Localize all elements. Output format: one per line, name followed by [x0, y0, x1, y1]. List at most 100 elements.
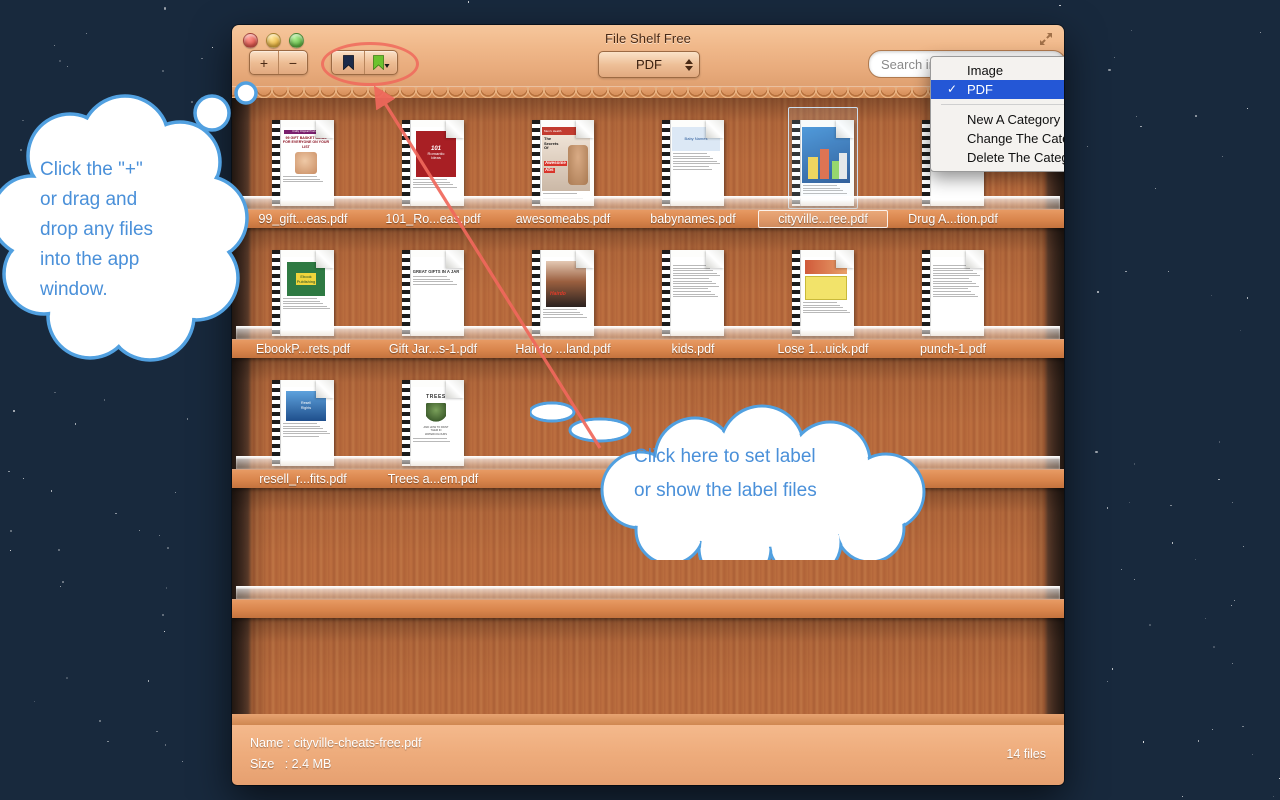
- file-item[interactable]: TREESAND HOW TO PAINTTHEM INWATERCOLOURS: [368, 366, 498, 466]
- file-name-label[interactable]: cityville...ree.pdf: [758, 210, 888, 228]
- show-label-files-button[interactable]: [364, 51, 397, 74]
- bookmark-dark-icon: [343, 55, 354, 70]
- add-remove-group[interactable]: + −: [249, 50, 308, 75]
- file-cover: Baby Names: [672, 127, 720, 201]
- file-cover: TREESAND HOW TO PAINTTHEM INWATERCOLOURS: [412, 387, 460, 461]
- file-item[interactable]: [758, 236, 888, 336]
- expand-arrows-icon[interactable]: [1038, 31, 1054, 47]
- left-callout-text: Click the "+" or drag and drop any files…: [40, 155, 230, 305]
- file-thumbnail[interactable]: [792, 250, 854, 336]
- file-thumbnail[interactable]: Hairdo: [532, 250, 594, 336]
- file-thumbnail[interactable]: Baby Names: [662, 120, 724, 206]
- file-thumbnail[interactable]: [922, 250, 984, 336]
- file-item[interactable]: EbookPublishing: [238, 236, 368, 336]
- stepper-arrows-icon[interactable]: [685, 59, 693, 71]
- file-name-label[interactable]: [758, 600, 888, 618]
- empty-slot: [758, 626, 888, 726]
- file-item[interactable]: GREAT GIFTS IN A JAR: [368, 236, 498, 336]
- spiral-binding-icon: [532, 120, 541, 206]
- file-name-label[interactable]: [628, 600, 758, 618]
- file-name-label[interactable]: EbookP...rets.pdf: [238, 340, 368, 358]
- file-thumbnail[interactable]: ResellRights: [272, 380, 334, 466]
- file-name-label[interactable]: punch-1.pdf: [888, 340, 1018, 358]
- set-label-button[interactable]: [332, 51, 364, 74]
- file-item[interactable]: 101RomanticIdeas: [368, 106, 498, 206]
- shelf-label-strip: 99_gift...eas.pdf101_Ro...eas.pdfawesome…: [232, 209, 1064, 228]
- file-item[interactable]: [758, 106, 888, 206]
- spiral-binding-icon: [532, 250, 541, 336]
- file-item[interactable]: [628, 236, 758, 336]
- menu-item-label: Delete The Category: [967, 150, 1064, 165]
- menu-item-new-a-category[interactable]: New A Category: [931, 110, 1064, 129]
- cover-text-lines: [282, 176, 330, 182]
- desktop-background: Click the "+" or drag and drop any files…: [0, 0, 1280, 800]
- selected-file-size: Size : 2.4 MB: [250, 757, 331, 771]
- file-name-label[interactable]: Trees a...em.pdf: [368, 470, 498, 488]
- file-name-label[interactable]: 99_gift...eas.pdf: [238, 210, 368, 228]
- file-name-label[interactable]: [498, 470, 628, 488]
- file-item[interactable]: Crafty Original Products99 GIFT BASKET I…: [238, 106, 368, 206]
- spiral-binding-icon: [662, 120, 671, 206]
- shelf-glass-plate: [236, 196, 1060, 210]
- spiral-binding-icon: [272, 250, 281, 336]
- cover-text-lines: [672, 153, 720, 170]
- menu-item-label: Image: [967, 63, 1003, 78]
- remove-file-button[interactable]: −: [278, 51, 307, 74]
- file-name-label[interactable]: awesomeabs.pdf: [498, 210, 628, 228]
- category-dropdown-menu[interactable]: Image PDF New A Category Change The Categor…: [930, 56, 1064, 172]
- file-thumbnail[interactable]: TREESAND HOW TO PAINTTHEM INWATERCOLOURS: [402, 380, 464, 466]
- cover-text-lines: [412, 276, 460, 285]
- add-file-button[interactable]: +: [250, 51, 278, 74]
- flag-green-dropdown-icon: [373, 55, 390, 70]
- file-name-label[interactable]: Lose 1...uick.pdf: [758, 340, 888, 358]
- cover-text-lines: [542, 309, 590, 318]
- menu-item-pdf[interactable]: PDF: [931, 80, 1064, 99]
- file-thumbnail[interactable]: [662, 250, 724, 336]
- file-thumbnail[interactable]: Crafty Original Products99 GIFT BASKET I…: [272, 120, 334, 206]
- menu-item-change-the-category-name[interactable]: Change The Category Name: [931, 129, 1064, 148]
- file-name-label[interactable]: [498, 600, 628, 618]
- cover-title: GREAT GIFTS IN A JAR: [412, 269, 460, 274]
- page-fold-icon: [576, 250, 594, 268]
- file-name-label[interactable]: resell_r...fits.pdf: [238, 470, 368, 488]
- file-cover: ResellRights: [282, 387, 330, 461]
- file-name-label[interactable]: babynames.pdf: [628, 210, 758, 228]
- file-name-label[interactable]: Drug A...tion.pdf: [888, 210, 1018, 228]
- category-select[interactable]: PDF: [598, 51, 700, 78]
- file-cover: [802, 257, 850, 331]
- shelf-row: EbookPublishing GREAT GIFTS IN A JAR Haird…: [232, 228, 1064, 358]
- spiral-binding-icon: [402, 120, 411, 206]
- file-item[interactable]: Hairdo: [498, 236, 628, 336]
- file-name-label[interactable]: [888, 600, 1018, 618]
- file-thumbnail[interactable]: Men's HealthTheSecretsOfAwesomeAbs: [532, 120, 594, 206]
- file-name-label[interactable]: [368, 600, 498, 618]
- file-name-label[interactable]: Gift Jar...s-1.pdf: [368, 340, 498, 358]
- file-cover: EbookPublishing: [282, 257, 330, 331]
- empty-slot: [888, 626, 1018, 726]
- file-item[interactable]: [888, 236, 1018, 336]
- empty-slot: [238, 626, 368, 726]
- file-item[interactable]: ResellRights: [238, 366, 368, 466]
- spiral-binding-icon: [402, 380, 411, 466]
- shelf-glass-plate: [236, 326, 1060, 340]
- page-fold-icon: [836, 250, 854, 268]
- file-name-label[interactable]: kids.pdf: [628, 340, 758, 358]
- menu-item-label: New A Category: [967, 112, 1060, 127]
- empty-slot: [498, 496, 628, 596]
- spiral-binding-icon: [792, 120, 801, 206]
- shelf-items: EbookPublishing GREAT GIFTS IN A JAR Haird…: [238, 236, 1058, 336]
- file-name-label[interactable]: [238, 600, 368, 618]
- file-name-label[interactable]: Hairdo ...land.pdf: [498, 340, 628, 358]
- page-fold-icon: [966, 250, 984, 268]
- shelf-glass-plate: [236, 586, 1060, 600]
- menu-item-delete-the-category[interactable]: Delete The Category: [931, 148, 1064, 167]
- file-name-label[interactable]: 101_Ro...eas.pdf: [368, 210, 498, 228]
- file-item[interactable]: Baby Names: [628, 106, 758, 206]
- file-item[interactable]: Men's HealthTheSecretsOfAwesomeAbs: [498, 106, 628, 206]
- file-thumbnail[interactable]: EbookPublishing: [272, 250, 334, 336]
- file-thumbnail[interactable]: [792, 120, 854, 206]
- file-thumbnail[interactable]: GREAT GIFTS IN A JAR: [402, 250, 464, 336]
- menu-item-image[interactable]: Image: [931, 61, 1064, 80]
- file-thumbnail[interactable]: 101RomanticIdeas: [402, 120, 464, 206]
- label-tools-group[interactable]: [331, 50, 398, 75]
